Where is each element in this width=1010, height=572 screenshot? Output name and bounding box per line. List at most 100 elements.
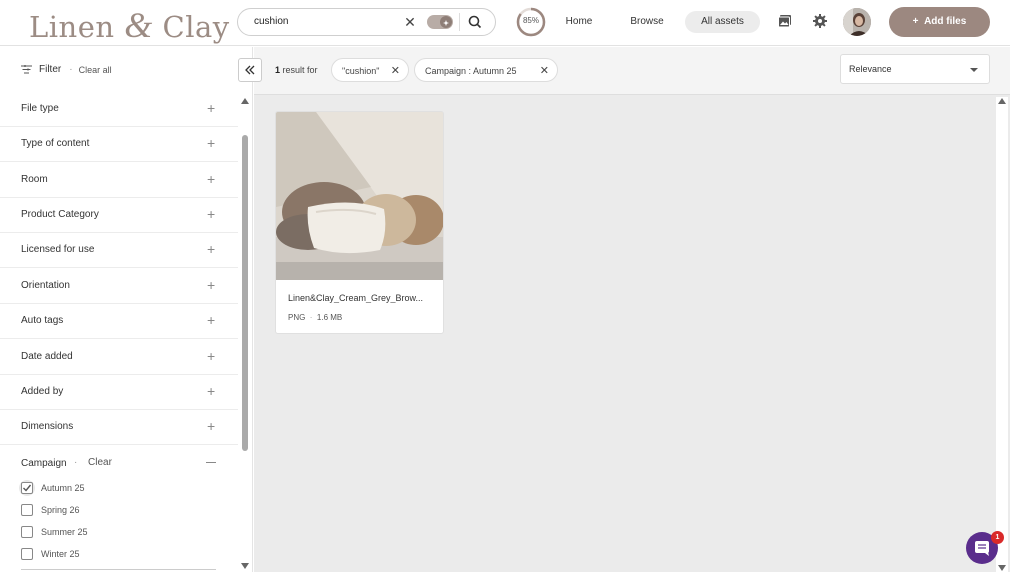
app-header: Linen & Clay cushion ✕ 85% Home Browse A… [0, 0, 1010, 46]
facet-dimensions[interactable]: Dimensions + [0, 410, 238, 445]
facet-file-type[interactable]: File type + [0, 92, 238, 127]
results-area: 1 result for "cushion" ✕ Campaign : Autum… [238, 47, 1010, 572]
facet-licensed-for-use[interactable]: Licensed for use + [0, 233, 238, 268]
asset-thumbnail[interactable] [276, 112, 444, 280]
minus-icon[interactable] [206, 462, 216, 463]
filter-label: Filter [39, 64, 62, 75]
checkbox-highlight [19, 480, 35, 496]
plus-icon: + [912, 16, 925, 27]
checkbox-wrap [19, 502, 35, 518]
nav-all-assets[interactable]: All assets [685, 11, 760, 33]
chip-campaign[interactable]: Campaign : Autumn 25 ✕ [414, 58, 558, 82]
facet-label: File type [21, 103, 59, 114]
facet-type-of-content[interactable]: Type of content + [0, 127, 238, 162]
facet-date-added[interactable]: Date added + [0, 340, 238, 375]
plus-icon: + [207, 312, 216, 328]
facet-label: Dimensions [21, 421, 74, 432]
facet-campaign-label[interactable]: Campaign [21, 458, 67, 469]
facet-label: Product Category [21, 209, 99, 220]
search-bar[interactable]: cushion ✕ [237, 8, 496, 36]
campaign-option-spring-26[interactable]: Spring 26 [21, 502, 80, 518]
ai-search-toggle[interactable] [427, 15, 453, 29]
gear-icon[interactable] [812, 13, 828, 29]
gallery-icon[interactable] [777, 13, 793, 29]
facet-label: Type of content [21, 138, 90, 149]
add-files-button[interactable]: + Add files [889, 7, 990, 37]
facet-label: Orientation [21, 280, 70, 291]
campaign-option-autumn-25[interactable]: Autumn 25 [19, 480, 85, 496]
progress-value: 85% [522, 16, 539, 25]
asset-card[interactable]: Linen&Clay_Cream_Grey_Brow... PNG · 1.6 … [275, 111, 444, 334]
checkbox-wrap [19, 524, 35, 540]
plus-icon: + [207, 206, 216, 222]
results-scrollbar[interactable] [996, 97, 1008, 572]
nav-home[interactable]: Home [558, 11, 600, 33]
result-count: 1 result for [275, 65, 318, 75]
chip-label: "cushion" [342, 66, 380, 76]
divider [21, 569, 216, 570]
campaign-option-winter-25[interactable]: Winter 25 [21, 546, 80, 562]
facet-label: Date added [21, 351, 73, 362]
campaign-clear-link[interactable]: Clear [88, 457, 112, 468]
dot-separator: · [74, 457, 78, 468]
plus-icon: + [207, 277, 216, 293]
collapse-sidebar-button[interactable] [238, 58, 262, 82]
search-icon[interactable] [467, 14, 483, 30]
scroll-down-icon[interactable] [240, 562, 250, 570]
checkbox[interactable] [21, 504, 33, 516]
facet-label: Added by [21, 386, 64, 397]
sort-value: Relevance [849, 64, 892, 74]
search-divider [459, 13, 460, 31]
checkmark-icon [23, 484, 32, 492]
sidebar-scroll-thumb[interactable] [242, 135, 248, 451]
facet-product-category[interactable]: Product Category + [0, 198, 238, 233]
asset-filename[interactable]: Linen&Clay_Cream_Grey_Brow... [288, 293, 436, 303]
asset-meta: PNG · 1.6 MB [288, 313, 343, 322]
chevron-double-left-icon [245, 65, 255, 75]
brand-logo[interactable]: Linen & Clay [29, 4, 230, 46]
checkbox-wrap [19, 546, 35, 562]
results-toolbar: 1 result for "cushion" ✕ Campaign : Autum… [254, 47, 1010, 95]
facet-label: Auto tags [21, 315, 64, 326]
facet-label: Room [21, 174, 48, 185]
nav-browse[interactable]: Browse [624, 11, 670, 33]
close-icon[interactable]: ✕ [404, 15, 416, 29]
scroll-down-icon[interactable] [997, 564, 1007, 572]
filter-header: Filter · Clear all [21, 64, 112, 75]
search-input[interactable]: cushion [254, 16, 288, 27]
checkbox[interactable] [21, 548, 33, 560]
campaign-option-summer-25[interactable]: Summer 25 [21, 524, 88, 540]
option-label: Spring 26 [41, 505, 80, 515]
plus-icon: + [207, 171, 216, 187]
facet-added-by[interactable]: Added by + [0, 375, 238, 410]
close-icon[interactable]: ✕ [540, 59, 549, 83]
facet-room[interactable]: Room + [0, 163, 238, 198]
filter-sidebar: Filter · Clear all File type + Type of co… [0, 47, 253, 572]
facet-label: Licensed for use [21, 244, 95, 255]
filter-icon [21, 65, 32, 74]
chip-label: Campaign : Autumn 25 [425, 66, 517, 76]
clear-all-link[interactable]: Clear all [79, 65, 112, 75]
plus-icon: + [207, 135, 216, 151]
facet-auto-tags[interactable]: Auto tags + [0, 304, 238, 339]
plus-icon: + [207, 241, 216, 257]
sort-select[interactable]: Relevance [840, 54, 990, 84]
plus-icon: + [207, 100, 216, 116]
dot-separator: · [69, 64, 73, 75]
checkbox[interactable] [21, 526, 33, 538]
plus-icon: + [207, 418, 216, 434]
chip-search-term[interactable]: "cushion" ✕ [331, 58, 409, 82]
scroll-up-icon[interactable] [997, 97, 1007, 105]
storage-progress[interactable]: 85% [516, 7, 546, 37]
facet-orientation[interactable]: Orientation + [0, 269, 238, 304]
option-label: Winter 25 [41, 549, 80, 559]
avatar[interactable] [843, 8, 871, 36]
scroll-up-icon[interactable] [240, 97, 250, 105]
close-icon[interactable]: ✕ [391, 59, 400, 83]
option-label: Summer 25 [41, 527, 88, 537]
option-label: Autumn 25 [41, 483, 85, 493]
checkbox[interactable] [21, 482, 33, 494]
plus-icon: + [207, 383, 216, 399]
chat-badge: 1 [991, 531, 1004, 544]
chevron-down-icon [970, 68, 978, 72]
